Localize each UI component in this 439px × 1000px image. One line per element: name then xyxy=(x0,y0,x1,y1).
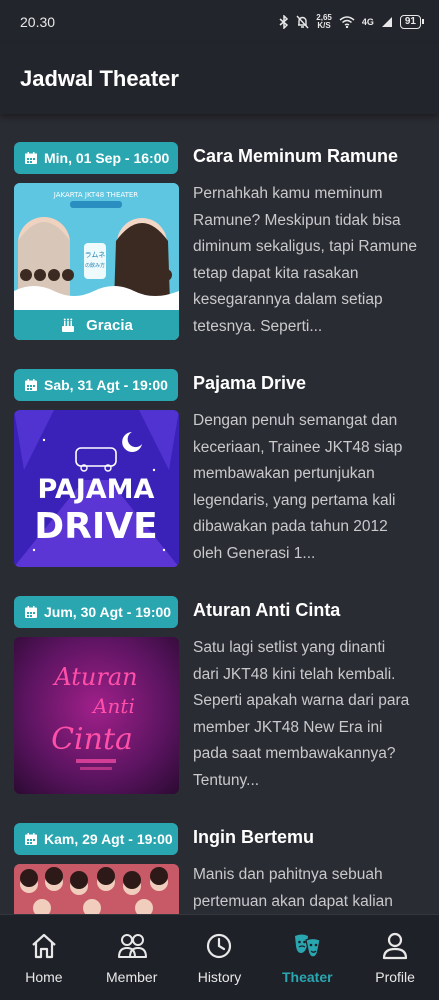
nav-home[interactable]: Home xyxy=(0,915,88,1000)
nav-history[interactable]: History xyxy=(176,915,264,1000)
user-icon xyxy=(382,932,408,959)
birthday-member: Gracia xyxy=(86,316,133,334)
thumb-caption: JAKARTA JKT48 THEATER xyxy=(53,191,139,199)
show-date: Min, 01 Sep - 16:00 xyxy=(44,150,170,166)
calendar-icon xyxy=(25,379,37,391)
signal-icon xyxy=(381,17,392,27)
show-card[interactable]: Min, 01 Sep - 16:00 Cara Meminum Ramune … xyxy=(14,142,439,342)
show-card[interactable]: Jum, 30 Agt - 19:00 Aturan Anti Cinta At… xyxy=(14,596,439,796)
home-icon xyxy=(32,933,56,958)
nav-label: Theater xyxy=(282,968,333,985)
show-thumbnail[interactable]: ラムネ の飲み方 JAKARTA JKT48 THEATER Gracia xyxy=(14,183,179,340)
show-description: Dengan penuh semangat dan keceriaan, Tra… xyxy=(193,412,403,562)
calendar-icon xyxy=(25,833,37,845)
bluetooth-icon xyxy=(279,15,289,29)
calendar-icon xyxy=(25,152,37,164)
show-title[interactable]: Aturan Anti Cinta xyxy=(193,600,340,621)
nav-label: Profile xyxy=(375,968,415,985)
nav-label: History xyxy=(197,968,242,985)
nav-member[interactable]: Member xyxy=(88,915,176,1000)
app-header: Jadwal Theater xyxy=(0,44,439,114)
page-title: Jadwal Theater xyxy=(20,66,179,91)
thumb-line1: PAJAMA xyxy=(38,474,155,505)
date-badge: Kam, 29 Agt - 19:00 xyxy=(14,823,178,855)
nav-profile[interactable]: Profile xyxy=(351,915,439,1000)
birthday-bar: Gracia xyxy=(14,310,179,340)
birthday-cake-icon xyxy=(62,318,75,332)
show-date: Kam, 29 Agt - 19:00 xyxy=(44,831,173,847)
show-description: Satu lagi setlist yang dinanti dari JKT4… xyxy=(193,639,410,789)
aturan-anti-cinta-artwork: Aturan Anti Cinta xyxy=(51,663,138,770)
show-thumbnail[interactable]: Aturan Anti Cinta xyxy=(14,637,179,794)
status-bar: 20.30 2,65 K/S 4G 91 xyxy=(0,0,439,44)
nav-label: Home xyxy=(25,968,63,985)
status-time: 20.30 xyxy=(20,14,56,30)
show-title[interactable]: Cara Meminum Ramune xyxy=(193,146,398,167)
show-date: Jum, 30 Agt - 19:00 xyxy=(44,604,172,620)
calendar-icon xyxy=(25,606,37,618)
members-icon xyxy=(117,933,147,958)
thumb-line1: Aturan xyxy=(52,663,137,691)
bottom-nav: Home Member History Theater Profile xyxy=(0,914,439,1000)
show-title[interactable]: Pajama Drive xyxy=(193,373,306,394)
mute-bell-icon xyxy=(296,15,309,29)
ingin-bertemu-artwork xyxy=(14,864,179,914)
svg-text:ラムネ: ラムネ xyxy=(85,251,106,259)
network-type: 4G xyxy=(361,17,374,27)
pajama-drive-artwork: PAJAMA DRIVE xyxy=(14,410,179,567)
date-badge: Min, 01 Sep - 16:00 xyxy=(14,142,178,174)
show-date: Sab, 31 Agt - 19:00 xyxy=(44,377,168,393)
nav-label: Member xyxy=(106,968,158,985)
theater-masks-icon xyxy=(295,934,321,958)
svg-text:の飲み方: の飲み方 xyxy=(85,262,105,269)
status-icons: 2,65 K/S 4G 91 xyxy=(279,13,425,30)
show-card[interactable]: Sab, 31 Agt - 19:00 Pajama Drive PAJAMA … xyxy=(14,369,439,569)
network-speed: 2,65 K/S xyxy=(316,13,332,30)
thumb-line2: DRIVE xyxy=(34,506,157,547)
show-description: Manis dan pahitnya sebuah pertemuan akan… xyxy=(193,866,393,910)
show-list[interactable]: Min, 01 Sep - 16:00 Cara Meminum Ramune … xyxy=(0,114,439,914)
show-thumbnail[interactable] xyxy=(14,864,179,914)
clock-icon xyxy=(207,933,232,958)
thumb-line2: Anti xyxy=(91,694,135,718)
nav-theater[interactable]: Theater xyxy=(263,915,351,1000)
show-thumbnail[interactable]: PAJAMA DRIVE xyxy=(14,410,179,567)
wifi-icon xyxy=(339,16,355,28)
show-card[interactable]: Kam, 29 Agt - 19:00 Ingin Bertemu Manis … xyxy=(14,823,439,914)
show-title[interactable]: Ingin Bertemu xyxy=(193,827,314,848)
battery-indicator: 91 xyxy=(399,15,425,29)
thumb-line3: Cinta xyxy=(51,722,133,757)
date-badge: Sab, 31 Agt - 19:00 xyxy=(14,369,178,401)
show-description: Pernahkah kamu meminum Ramune? Meskipun … xyxy=(193,185,417,335)
date-badge: Jum, 30 Agt - 19:00 xyxy=(14,596,178,628)
